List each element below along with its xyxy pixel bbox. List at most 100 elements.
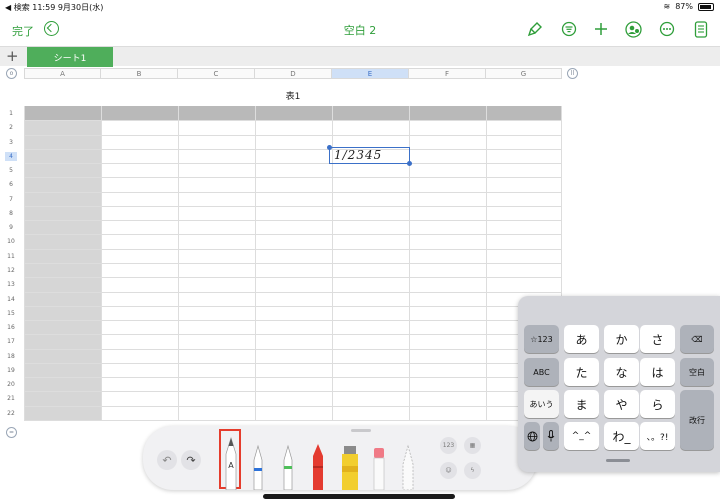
row-number[interactable]: 19 (5, 366, 17, 375)
row-number[interactable]: 8 (5, 209, 17, 218)
row-number[interactable]: 6 (5, 180, 17, 189)
grid-column-line (101, 106, 102, 420)
key-a[interactable]: あ (564, 325, 599, 353)
plus-icon[interactable] (592, 20, 610, 38)
key-ra[interactable]: ら (640, 390, 675, 418)
grid-row-line (24, 291, 562, 293)
grid-row-line (24, 419, 562, 421)
row-number[interactable]: 14 (5, 295, 17, 304)
lasso-tool[interactable] (401, 444, 415, 490)
key-punctuation[interactable]: 、。?! (640, 422, 675, 450)
smiley-icon[interactable]: ☺ (440, 462, 457, 479)
column-header[interactable]: B (101, 68, 178, 79)
key-sa[interactable]: さ (640, 325, 675, 353)
key-abc[interactable]: ABC (524, 358, 559, 386)
key-ta[interactable]: た (564, 358, 599, 386)
row-number[interactable]: 11 (5, 252, 17, 261)
column-header[interactable]: G (486, 68, 562, 79)
row-number[interactable]: 21 (5, 394, 17, 403)
selection-handle[interactable] (407, 161, 412, 166)
home-indicator[interactable] (263, 494, 455, 499)
row-number[interactable]: 5 (5, 166, 17, 175)
watercolor-tool[interactable] (340, 444, 360, 490)
key-symbols[interactable]: ☆123 (524, 325, 559, 353)
row-number[interactable]: 4 (5, 151, 17, 161)
pen-tool[interactable] (251, 442, 265, 490)
row-number[interactable]: 3 (5, 138, 17, 147)
grid-row-line (24, 248, 562, 250)
add-column-handle-icon[interactable]: ll (567, 68, 578, 79)
row-number[interactable]: 17 (5, 337, 17, 346)
grid-row-line (24, 277, 562, 279)
row-number[interactable]: 9 (5, 223, 17, 232)
collaborate-icon[interactable] (624, 20, 642, 38)
calendar-icon[interactable]: ▦ (464, 437, 481, 454)
header-row-band (24, 106, 562, 120)
key-ma[interactable]: ま (564, 390, 599, 418)
palette-undo-icon[interactable]: ↶ (157, 450, 177, 470)
row-number[interactable]: 20 (5, 380, 17, 389)
grid-row-line (24, 377, 562, 379)
status-left: ◀ 検索 11:59 9月30日(水) (5, 3, 104, 12)
row-number[interactable]: 16 (5, 323, 17, 332)
marker-tool[interactable] (281, 442, 295, 490)
column-header[interactable]: A (24, 68, 101, 79)
sheet-tab-1[interactable]: シート1 (27, 47, 113, 67)
lightning-icon[interactable]: ϟ (464, 462, 481, 479)
row-number[interactable]: 13 (5, 280, 17, 289)
table-grid[interactable] (24, 106, 562, 421)
row-number[interactable]: 2 (5, 123, 17, 132)
row-number[interactable]: 15 (5, 309, 17, 318)
crayon-tool[interactable] (310, 440, 326, 490)
paintbrush-icon[interactable] (526, 20, 544, 38)
number-input-button[interactable]: 123 (440, 437, 457, 454)
key-na[interactable]: な (604, 358, 639, 386)
selection-handle[interactable] (327, 145, 332, 150)
grid-row-line (24, 262, 562, 264)
column-header-row: A B C D E F G (24, 68, 562, 79)
column-header[interactable]: F (409, 68, 486, 79)
key-wa[interactable]: わ_ (604, 422, 639, 450)
row-number[interactable]: 22 (5, 409, 17, 418)
key-return[interactable]: 改行 (680, 390, 714, 450)
row-number[interactable]: 12 (5, 266, 17, 275)
row-number[interactable]: 1 (5, 109, 17, 118)
select-all-circle-icon[interactable]: o (6, 68, 17, 79)
column-header[interactable]: D (255, 68, 332, 79)
row-number[interactable]: 10 (5, 237, 17, 246)
battery-percent: 87% (675, 2, 693, 11)
grid-row-line (24, 120, 562, 122)
palette-grip[interactable] (351, 429, 371, 432)
scribble-pencil-tool[interactable]: A (223, 432, 239, 490)
undo-circle-icon[interactable] (44, 21, 59, 36)
key-hiragana[interactable]: あいう (524, 390, 559, 418)
key-ka[interactable]: か (604, 325, 639, 353)
done-button[interactable]: 完了 (12, 23, 34, 39)
globe-icon[interactable] (524, 422, 540, 450)
grid-row-line (24, 163, 562, 165)
document-title[interactable]: 空白 2 (0, 22, 720, 38)
row-number[interactable]: 7 (5, 195, 17, 204)
add-sheet-plus-icon[interactable]: + (6, 48, 19, 65)
column-header-selected[interactable]: E (332, 68, 409, 79)
ellipsis-icon[interactable] (658, 20, 676, 38)
status-bar: ◀ 検索 11:59 9月30日(水) ≋ 87% (0, 0, 720, 14)
keyboard-grip[interactable] (606, 459, 630, 462)
eraser-tool[interactable] (372, 444, 386, 490)
key-ya[interactable]: や (604, 390, 639, 418)
palette-redo-icon[interactable]: ↷ (181, 450, 201, 470)
filter-icon[interactable] (560, 20, 578, 38)
selected-cell-e4[interactable]: 1/2345 (327, 145, 412, 166)
key-ha[interactable]: は (640, 358, 675, 386)
table-title[interactable]: 表1 (24, 89, 562, 102)
backspace-key-icon[interactable]: ⌫ (680, 325, 714, 353)
column-header[interactable]: C (178, 68, 255, 79)
add-row-handle-icon[interactable]: = (6, 427, 17, 438)
document-icon[interactable] (692, 20, 710, 38)
svg-text:A: A (228, 461, 234, 470)
grid-row-line (24, 348, 562, 350)
row-number[interactable]: 18 (5, 352, 17, 361)
key-space[interactable]: 空白 (680, 358, 714, 386)
microphone-icon[interactable] (543, 422, 559, 450)
key-emoticon[interactable]: ^_^ (564, 422, 599, 450)
